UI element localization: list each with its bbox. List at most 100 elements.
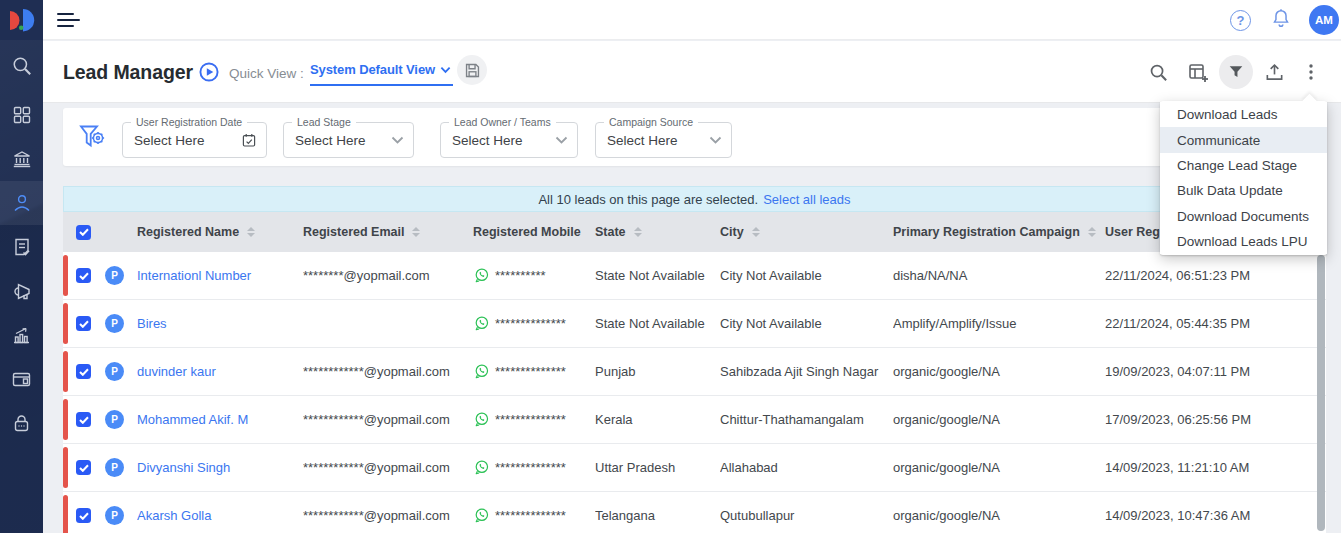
- sidebar-item-dashboard[interactable]: [0, 93, 43, 137]
- whatsapp-icon[interactable]: [473, 411, 490, 428]
- row-checkbox[interactable]: [76, 316, 91, 331]
- lead-name-link[interactable]: Divyanshi Singh: [137, 460, 303, 475]
- lead-email: ************@yopmail.com: [303, 364, 473, 379]
- lead-manager-app: ? AM Lead Manager Quick View : System De…: [0, 0, 1341, 533]
- lead-name-link[interactable]: Bires: [137, 316, 303, 331]
- lead-city: City Not Available: [720, 316, 893, 331]
- lead-name-link[interactable]: Akarsh Golla: [137, 508, 303, 523]
- column-header-state[interactable]: State: [595, 225, 720, 239]
- menu-item[interactable]: Download Documents: [1160, 204, 1327, 229]
- more-options-icon[interactable]: [1299, 61, 1322, 84]
- lead-status-strip: [63, 255, 68, 296]
- sidebar-item-security[interactable]: [0, 401, 43, 445]
- sidebar-item-tasks[interactable]: [0, 225, 43, 269]
- select-all-checkbox[interactable]: [76, 225, 91, 240]
- export-icon[interactable]: [1263, 61, 1286, 84]
- sidebar-item-search[interactable]: [0, 44, 43, 88]
- row-checkbox[interactable]: [76, 508, 91, 523]
- row-checkbox[interactable]: [76, 460, 91, 475]
- chevron-down-icon[interactable]: [709, 136, 722, 145]
- whatsapp-icon[interactable]: [473, 267, 490, 284]
- lock-icon: [11, 413, 32, 434]
- app-logo[interactable]: [0, 0, 43, 40]
- sidebar-item-cards[interactable]: [0, 357, 43, 401]
- filter-field[interactable]: Lead Stage Select Here: [283, 122, 414, 158]
- play-icon[interactable]: [199, 62, 219, 86]
- search-leads-icon[interactable]: [1147, 61, 1170, 84]
- sidebar-item-reports[interactable]: [0, 313, 43, 357]
- lead-email: ************@yopmail.com: [303, 460, 473, 475]
- whatsapp-icon[interactable]: [473, 459, 490, 476]
- menu-item[interactable]: Download Leads: [1160, 102, 1327, 127]
- column-header-registered-email[interactable]: Registered Email: [303, 225, 473, 239]
- advanced-filter-icon[interactable]: [75, 120, 109, 158]
- lead-state: Telangana: [595, 508, 720, 523]
- calendar-icon[interactable]: [241, 132, 257, 148]
- lead-mobile: **************: [473, 411, 595, 428]
- chart-icon: [11, 325, 32, 346]
- select-all-leads-link[interactable]: Select all leads: [763, 192, 850, 207]
- quick-view-select[interactable]: System Default View: [310, 62, 453, 86]
- topbar: ? AM: [43, 0, 1341, 40]
- lead-name-link[interactable]: duvinder kaur: [137, 364, 303, 379]
- table-row: P Mohammed Akif. M ************@yopmail.…: [63, 396, 1326, 444]
- page-header: Lead Manager Quick View : System Default…: [43, 41, 1341, 103]
- lead-city: Qutubullapur: [720, 508, 893, 523]
- lead-type-badge: P: [105, 410, 124, 429]
- whatsapp-icon[interactable]: [473, 363, 490, 380]
- row-checkbox[interactable]: [76, 364, 91, 379]
- menu-toggle-icon[interactable]: [57, 13, 81, 29]
- row-checkbox[interactable]: [76, 412, 91, 427]
- lead-registered-on: 22/11/2024, 05:44:35 PM: [1105, 316, 1326, 331]
- sidebar-item-institution[interactable]: [0, 137, 43, 181]
- menu-item[interactable]: Download Leads LPU: [1160, 229, 1327, 254]
- column-header-registered-mobile[interactable]: Registered Mobile: [473, 225, 595, 239]
- avatar[interactable]: AM: [1309, 5, 1339, 35]
- chevron-down-icon[interactable]: [391, 136, 404, 145]
- megaphone-icon: [11, 281, 32, 302]
- column-header-campaign[interactable]: Primary Registration Campaign: [893, 225, 1105, 239]
- lead-status-strip: [63, 399, 68, 440]
- chevron-down-icon: [440, 66, 451, 74]
- lead-city: City Not Available: [720, 268, 893, 283]
- sidebar-item-leads[interactable]: [0, 181, 43, 225]
- lead-campaign: organic/google/NA: [893, 460, 1105, 475]
- filter-field[interactable]: User Registration Date Select Here: [122, 122, 267, 158]
- lead-mobile: **************: [473, 507, 595, 524]
- vertical-scrollbar[interactable]: [1317, 255, 1325, 531]
- save-icon: [464, 62, 481, 79]
- lead-name-link[interactable]: Mohammed Akif. M: [137, 412, 303, 427]
- filter-button[interactable]: [1219, 55, 1253, 89]
- column-header-city[interactable]: City: [720, 225, 893, 239]
- help-icon[interactable]: ?: [1230, 10, 1251, 31]
- lead-name-link[interactable]: Internationl Number: [137, 268, 303, 283]
- menu-item[interactable]: Bulk Data Update: [1160, 178, 1327, 203]
- filter-field[interactable]: Lead Owner / Teams Select Here: [440, 122, 578, 158]
- search-icon: [10, 54, 34, 78]
- sidebar: [0, 0, 43, 533]
- save-view-button[interactable]: [457, 55, 487, 85]
- more-options-menu: Download Leads Communicate Change Lead S…: [1160, 101, 1327, 255]
- manage-columns-icon[interactable]: [1186, 61, 1209, 84]
- notifications-icon[interactable]: [1270, 7, 1292, 33]
- table-row: P duvinder kaur ************@yopmail.com…: [63, 348, 1326, 396]
- window-icon: [11, 369, 32, 390]
- lead-type-badge: P: [105, 458, 124, 477]
- filter-field[interactable]: Campaign Source Select Here: [595, 122, 732, 158]
- lead-type-badge: P: [105, 314, 124, 333]
- column-header-registered-name[interactable]: Registered Name: [137, 225, 303, 239]
- lead-status-strip: [63, 447, 68, 488]
- lead-city: Allahabad: [720, 460, 893, 475]
- table-row: P Divyanshi Singh ************@yopmail.c…: [63, 444, 1326, 492]
- lead-state: State Not Available: [595, 316, 720, 331]
- lead-city: Sahibzada Ajit Singh Nagar: [720, 364, 893, 379]
- lead-registered-on: 14/09/2023, 10:47:36 AM: [1105, 508, 1326, 523]
- row-checkbox[interactable]: [76, 268, 91, 283]
- whatsapp-icon[interactable]: [473, 315, 490, 332]
- whatsapp-icon[interactable]: [473, 507, 490, 524]
- menu-item[interactable]: Change Lead Stage: [1160, 153, 1327, 178]
- person-icon: [11, 192, 33, 214]
- sidebar-item-marketing[interactable]: [0, 269, 43, 313]
- chevron-down-icon[interactable]: [555, 136, 568, 145]
- menu-item[interactable]: Communicate: [1160, 127, 1327, 152]
